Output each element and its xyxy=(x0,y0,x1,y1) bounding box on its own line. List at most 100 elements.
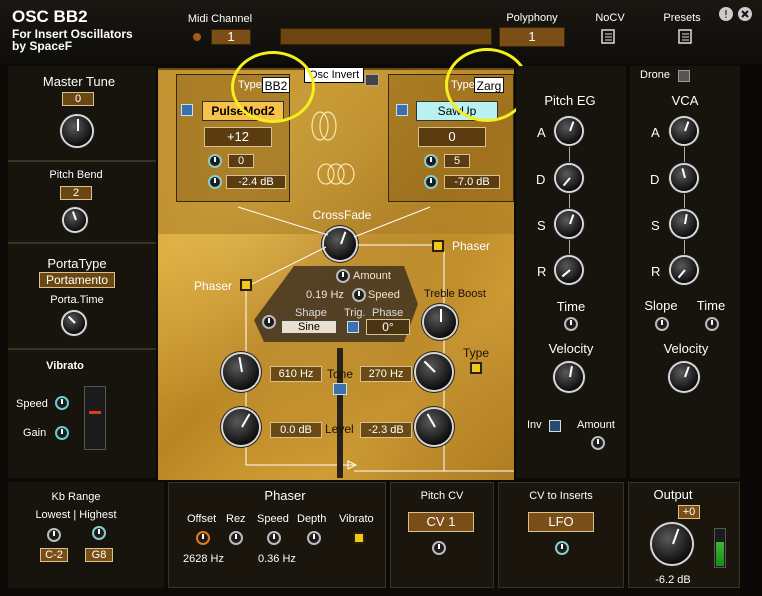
lfo-shape-knob[interactable] xyxy=(262,315,276,329)
output-knob[interactable] xyxy=(652,524,692,564)
pitch-cv-knob[interactable] xyxy=(432,541,446,555)
phaser-depth-knob[interactable] xyxy=(307,531,321,545)
kb-lowest-knob[interactable] xyxy=(47,528,61,542)
midi-channel-field[interactable]: 1 xyxy=(211,29,251,45)
polyphony-field[interactable]: 1 xyxy=(499,27,565,47)
pitch-eg-sustain-knob[interactable] xyxy=(556,211,582,237)
vca-d-label: D xyxy=(650,172,660,187)
cv-to-inserts-knob[interactable] xyxy=(555,541,569,555)
vca-release-knob[interactable] xyxy=(671,257,697,283)
level-left-knob[interactable] xyxy=(223,409,259,445)
osc2-level-knob[interactable] xyxy=(424,175,438,189)
filter-type-label: Type xyxy=(463,346,490,360)
nocv-icon[interactable] xyxy=(600,28,618,46)
vibrato-speed-label: Speed xyxy=(16,398,48,410)
output-meter-level xyxy=(716,542,724,566)
pitch-eg-s-label: S xyxy=(537,218,546,233)
osc2-semitone-field[interactable]: 0 xyxy=(418,127,486,147)
vibrato-gain-knob[interactable] xyxy=(55,426,69,440)
kb-highest-field[interactable]: G8 xyxy=(85,548,113,562)
osc1-level-field[interactable]: -2.4 dB xyxy=(226,175,286,189)
phaser-right-toggle[interactable] xyxy=(432,240,444,252)
osc1-semitone-field[interactable]: +12 xyxy=(204,127,272,147)
osc1-enable-toggle[interactable] xyxy=(181,104,193,116)
lfo-phase-field[interactable]: 0° xyxy=(366,319,410,335)
level-right-knob[interactable] xyxy=(416,409,452,445)
level-left-field[interactable]: 0.0 dB xyxy=(270,422,322,438)
tone-level-link-toggle[interactable] xyxy=(333,383,347,395)
lfo-speed-knob[interactable] xyxy=(352,288,366,302)
pitch-eg-velocity-label: Velocity xyxy=(548,341,594,356)
osc-rings-icon xyxy=(311,111,355,185)
porta-type-field[interactable]: Portamento xyxy=(39,272,115,288)
cv-to-inserts-field[interactable]: LFO xyxy=(528,512,594,532)
porta-type-label: PortaType xyxy=(47,256,107,271)
tone-right-field[interactable]: 270 Hz xyxy=(360,366,412,382)
pitch-bend-knob[interactable] xyxy=(64,209,86,231)
pitch-cv-field[interactable]: CV 1 xyxy=(408,512,474,532)
lfo-trig-toggle[interactable] xyxy=(347,321,359,333)
vibrato-meter-level xyxy=(89,411,101,414)
osc-invert-toggle[interactable] xyxy=(365,74,379,86)
pitch-eg-title: Pitch EG xyxy=(544,93,596,108)
osc1-detune-field[interactable]: 0 xyxy=(228,154,254,168)
lfo-trig-label: Trig. xyxy=(344,307,366,319)
midi-channel-label: Midi Channel xyxy=(187,13,253,25)
pitch-eg-decay-knob[interactable] xyxy=(556,165,582,191)
phaser-speed-label: Speed xyxy=(257,513,289,525)
phaser-left-toggle[interactable] xyxy=(240,279,252,291)
tone-left-field[interactable]: 610 Hz xyxy=(270,366,322,382)
output-label: Output xyxy=(653,487,693,502)
lfo-speed-value: 0.19 Hz xyxy=(306,289,344,301)
vibrato-gain-label: Gain xyxy=(23,427,47,439)
osc1-detune-knob[interactable] xyxy=(208,154,222,168)
vca-sustain-knob[interactable] xyxy=(671,211,697,237)
vca-decay-knob[interactable] xyxy=(671,165,697,191)
pitch-eg-attack-knob[interactable] xyxy=(556,118,582,144)
pitch-eg-r-label: R xyxy=(537,264,547,279)
pitch-eg-a-label: A xyxy=(537,125,546,140)
vibrato-speed-knob[interactable] xyxy=(55,396,69,410)
master-tune-field[interactable]: 0 xyxy=(62,92,94,106)
lfo-amount-knob[interactable] xyxy=(336,269,350,283)
osc2-enable-toggle[interactable] xyxy=(396,104,408,116)
pitch-bend-field[interactable]: 2 xyxy=(60,186,92,200)
phaser-rez-knob[interactable] xyxy=(229,531,243,545)
osc2-detune-knob[interactable] xyxy=(424,154,438,168)
porta-time-knob[interactable] xyxy=(63,312,85,334)
drone-toggle[interactable] xyxy=(678,70,690,82)
osc2-level-field[interactable]: -7.0 dB xyxy=(444,175,500,189)
nocv-label: NoCV xyxy=(595,12,625,24)
output-trim-field[interactable]: +0 xyxy=(678,505,700,519)
pitch-cv-label: Pitch CV xyxy=(420,490,464,502)
help-icon[interactable]: ! xyxy=(718,6,734,22)
vca-attack-knob[interactable] xyxy=(671,118,697,144)
vca-velocity-knob[interactable] xyxy=(670,363,698,391)
phaser-vibrato-toggle[interactable] xyxy=(353,532,365,544)
highlight-circle xyxy=(231,51,315,123)
right-edge xyxy=(740,66,762,596)
phaser-speed-knob[interactable] xyxy=(267,531,281,545)
pitch-eg-velocity-knob[interactable] xyxy=(555,363,583,391)
treble-boost-label: Treble Boost xyxy=(424,288,486,300)
master-tune-knob[interactable] xyxy=(62,116,92,146)
pitch-eg-inv-toggle[interactable] xyxy=(549,420,561,432)
osc2-detune-field[interactable]: 5 xyxy=(444,154,470,168)
close-icon[interactable] xyxy=(737,6,753,22)
osc1-level-knob[interactable] xyxy=(208,175,222,189)
treble-boost-knob[interactable] xyxy=(424,306,456,338)
presets-icon[interactable] xyxy=(677,28,695,46)
tone-right-knob[interactable] xyxy=(416,354,452,390)
filter-type-toggle[interactable] xyxy=(470,362,482,374)
lfo-shape-field[interactable]: Sine xyxy=(281,320,337,334)
vca-slope-knob[interactable] xyxy=(655,317,669,331)
pitch-eg-time-knob[interactable] xyxy=(564,317,578,331)
kb-highest-knob[interactable] xyxy=(92,526,106,540)
pitch-eg-amount-knob[interactable] xyxy=(591,436,605,450)
tone-left-knob[interactable] xyxy=(223,354,259,390)
phaser-offset-knob[interactable] xyxy=(196,531,210,545)
pitch-eg-release-knob[interactable] xyxy=(556,257,582,283)
vca-time-knob[interactable] xyxy=(705,317,719,331)
kb-lowest-field[interactable]: C-2 xyxy=(40,548,68,562)
level-right-field[interactable]: -2.3 dB xyxy=(360,422,412,438)
